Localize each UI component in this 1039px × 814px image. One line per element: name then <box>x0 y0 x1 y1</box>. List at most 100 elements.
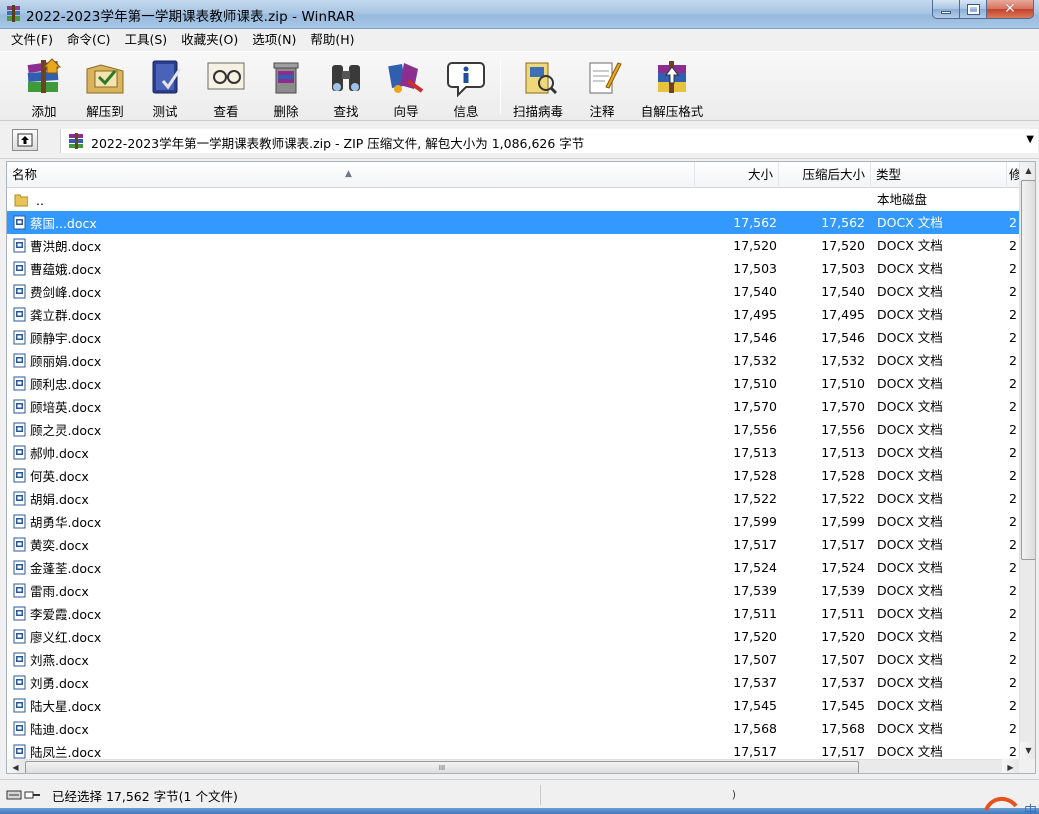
view-button[interactable]: 查看 <box>196 55 256 119</box>
file-name-cell: 曹洪朗.docx <box>13 234 693 257</box>
sfx-label: 自解压格式 <box>640 104 704 119</box>
chevron-down-icon[interactable]: ▼ <box>1026 134 1034 145</box>
file-modified: 2 <box>1009 330 1017 345</box>
file-name-cell: 顾静宇.docx <box>13 326 693 349</box>
scroll-left-icon[interactable]: ◀ <box>7 759 24 773</box>
file-packed-size: 17,532 <box>821 353 865 368</box>
horizontal-scrollbar[interactable]: ◀ III ▶ <box>7 759 1019 773</box>
menu-tools[interactable]: 工具(S) <box>117 29 174 51</box>
path-field[interactable]: 2022-2023学年第一学期课表教师课表.zip - ZIP 压缩文件, 解包… <box>60 129 1038 153</box>
file-row[interactable]: 雷雨.docx 17,539 17,539 DOCX 文档 2 <box>7 579 1019 602</box>
file-modified: 2 <box>1009 284 1017 299</box>
extract-to-label: 解压到 <box>86 104 124 119</box>
file-size: 17,570 <box>733 399 777 414</box>
file-row[interactable]: 顾静宇.docx 17,546 17,546 DOCX 文档 2 <box>7 326 1019 349</box>
docx-file-icon <box>13 514 26 528</box>
file-row[interactable]: 龚立群.docx 17,495 17,495 DOCX 文档 2 <box>7 303 1019 326</box>
sfx-button[interactable]: 自解压格式 <box>640 55 704 119</box>
file-modified: 2 <box>1009 376 1017 391</box>
vertical-scrollbar[interactable]: ▲ ▼ <box>1019 162 1035 759</box>
file-size: 17,507 <box>733 652 777 667</box>
menu-file[interactable]: 文件(F) <box>4 29 60 51</box>
file-size: 17,517 <box>733 537 777 552</box>
close-button[interactable]: ✕ <box>987 0 1034 19</box>
file-name-cell: 顾丽娟.docx <box>13 349 693 372</box>
test-button[interactable]: 测试 <box>135 55 195 119</box>
virus-scan-button[interactable]: 扫描病毒 <box>508 55 568 119</box>
column-header-name[interactable]: 名称 ▲ <box>7 162 695 188</box>
extract-to-icon <box>86 64 124 94</box>
parent-folder-row[interactable]: .. 本地磁盘 <box>7 188 1019 211</box>
column-header-packed[interactable]: 压缩后大小 <box>779 162 871 188</box>
file-row[interactable]: 李爱霞.docx 17,511 17,511 DOCX 文档 2 <box>7 602 1019 625</box>
extract-to-button[interactable]: 解压到 <box>75 55 135 119</box>
file-list[interactable]: 名称 ▲ 大小 压缩后大小 类型 修 .. 本地磁盘 蔡国...docx 17,… <box>6 161 1036 774</box>
file-row[interactable]: 金蓬荃.docx 17,524 17,524 DOCX 文档 2 <box>7 556 1019 579</box>
file-name-cell: 雷雨.docx <box>13 579 693 602</box>
file-row[interactable]: 顾之灵.docx 17,556 17,556 DOCX 文档 2 <box>7 418 1019 441</box>
vertical-scroll-thumb[interactable] <box>1021 180 1035 560</box>
file-row[interactable]: 蔡国...docx 17,562 17,562 DOCX 文档 2 <box>7 211 1019 234</box>
file-name-cell: 蔡国...docx <box>13 211 693 234</box>
menu-options[interactable]: 选项(N) <box>245 29 303 51</box>
docx-file-icon <box>13 468 26 482</box>
up-folder-button[interactable] <box>12 129 38 151</box>
horizontal-scroll-thumb[interactable]: III <box>25 761 859 773</box>
file-row[interactable]: 曹洪朗.docx 17,520 17,520 DOCX 文档 2 <box>7 234 1019 257</box>
path-text: 2022-2023学年第一学期课表教师课表.zip - ZIP 压缩文件, 解包… <box>91 136 585 151</box>
file-row[interactable]: 顾培英.docx 17,570 17,570 DOCX 文档 2 <box>7 395 1019 418</box>
menu-help[interactable]: 帮助(H) <box>303 29 361 51</box>
file-row[interactable]: 曹蕴娥.docx 17,503 17,503 DOCX 文档 2 <box>7 257 1019 280</box>
column-header-size[interactable]: 大小 <box>695 162 779 188</box>
file-row[interactable]: 陆迪.docx 17,568 17,568 DOCX 文档 2 <box>7 717 1019 740</box>
sogou-ime-icon[interactable] <box>982 796 1022 814</box>
docx-file-icon <box>13 215 26 229</box>
file-modified: 2 <box>1009 629 1017 644</box>
file-row[interactable]: 何英.docx 17,528 17,528 DOCX 文档 2 <box>7 464 1019 487</box>
file-size: 17,599 <box>733 514 777 529</box>
info-label: 信息 <box>453 104 479 119</box>
file-row[interactable]: 顾利忠.docx 17,510 17,510 DOCX 文档 2 <box>7 372 1019 395</box>
find-button[interactable]: 查找 <box>316 55 376 119</box>
docx-file-icon <box>13 698 26 712</box>
maximize-button[interactable] <box>960 0 987 19</box>
docx-file-icon <box>13 744 26 758</box>
file-modified: 2 <box>1009 583 1017 598</box>
winrar-app-icon[interactable] <box>5 5 22 22</box>
menu-favorites[interactable]: 收藏夹(O) <box>174 29 245 51</box>
title-bar[interactable]: 2022-2023学年第一学期课表教师课表.zip - WinRAR ✕ <box>0 0 1039 29</box>
scroll-down-icon[interactable]: ▼ <box>1020 742 1035 759</box>
file-row[interactable]: 刘燕.docx 17,507 17,507 DOCX 文档 2 <box>7 648 1019 671</box>
wizard-button[interactable]: 向导 <box>376 55 436 119</box>
column-header-type[interactable]: 类型 <box>871 162 1007 188</box>
parent-folder-cell: .. <box>13 188 693 211</box>
file-modified: 2 <box>1009 491 1017 506</box>
file-row[interactable]: 郝帅.docx 17,513 17,513 DOCX 文档 2 <box>7 441 1019 464</box>
file-row[interactable]: 费剑峰.docx 17,540 17,540 DOCX 文档 2 <box>7 280 1019 303</box>
scroll-right-icon[interactable]: ▶ <box>1002 759 1019 773</box>
file-row[interactable]: 陆大星.docx 17,545 17,545 DOCX 文档 2 <box>7 694 1019 717</box>
file-size: 17,511 <box>733 606 777 621</box>
minimize-button[interactable] <box>932 0 960 19</box>
file-type: DOCX 文档 <box>877 721 943 736</box>
file-row[interactable]: 黄奕.docx 17,517 17,517 DOCX 文档 2 <box>7 533 1019 556</box>
file-name-cell: 黄奕.docx <box>13 533 693 556</box>
comment-button[interactable]: 注释 <box>572 55 632 119</box>
file-modified: 2 <box>1009 307 1017 322</box>
add-button[interactable]: 添加 <box>14 55 74 119</box>
file-row[interactable]: 刘勇.docx 17,537 17,537 DOCX 文档 2 <box>7 671 1019 694</box>
file-packed-size: 17,556 <box>821 422 865 437</box>
info-button[interactable]: 信息 <box>436 55 496 119</box>
file-row[interactable]: 廖义红.docx 17,520 17,520 DOCX 文档 2 <box>7 625 1019 648</box>
file-name-cell: 龚立群.docx <box>13 303 693 326</box>
menu-commands[interactable]: 命令(C) <box>60 29 117 51</box>
file-row[interactable]: 胡勇华.docx 17,599 17,599 DOCX 文档 2 <box>7 510 1019 533</box>
file-row[interactable]: 胡娟.docx 17,522 17,522 DOCX 文档 2 <box>7 487 1019 510</box>
file-row[interactable]: 顾丽娟.docx 17,532 17,532 DOCX 文档 2 <box>7 349 1019 372</box>
status-text: 已经选择 17,562 字节(1 个文件) <box>52 789 238 804</box>
delete-button[interactable]: 删除 <box>256 55 316 119</box>
scroll-up-icon[interactable]: ▲ <box>1020 162 1035 179</box>
file-packed-size: 17,540 <box>821 284 865 299</box>
ime-mode-label[interactable]: 中 <box>1024 800 1037 814</box>
column-type-label: 类型 <box>876 167 902 182</box>
